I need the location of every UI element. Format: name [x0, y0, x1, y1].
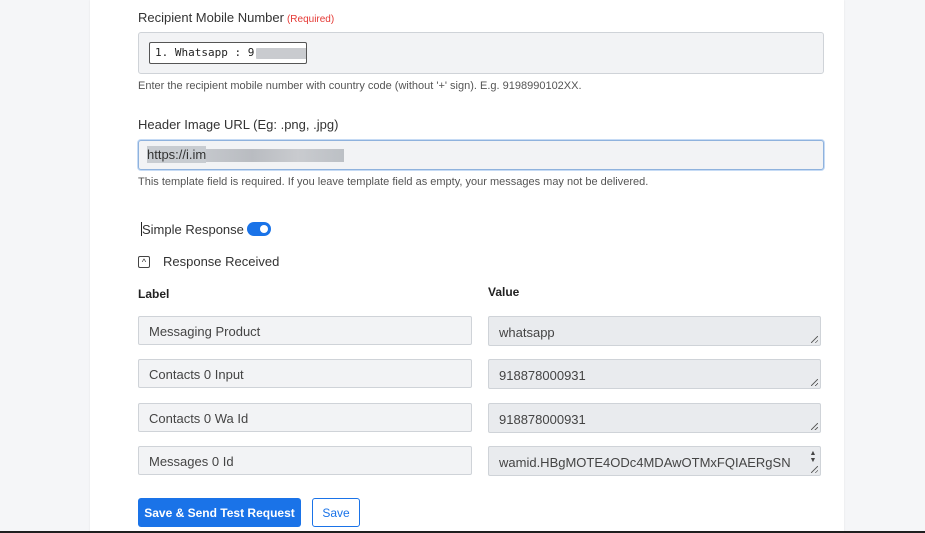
row-label-messaging-product[interactable]: Messaging Product [138, 316, 472, 345]
required-badge: (Required) [286, 14, 335, 25]
simple-response-toggle[interactable] [247, 222, 271, 236]
toggle-knob [260, 225, 268, 233]
row-label-messages-id[interactable]: Messages 0 Id [138, 446, 472, 475]
row-value-text: 918878000931 [499, 412, 586, 427]
resize-handle-icon[interactable] [811, 379, 818, 386]
response-received-label: Response Received [163, 254, 280, 269]
header-image-url-input[interactable]: https://i.im [138, 140, 824, 170]
header-image-label: Header Image URL (Eg: .png, .jpg) [138, 117, 339, 132]
recipient-help: Enter the recipient mobile number with c… [138, 80, 582, 92]
form-card: Recipient Mobile Number (Required) 1. Wha… [90, 0, 844, 533]
row-value-text: whatsapp [499, 325, 555, 340]
label-column-header: Label [138, 287, 170, 301]
row-value-contacts-input[interactable]: 918878000931 [488, 359, 821, 389]
row-value-text: 918878000931 [499, 368, 586, 383]
row-label-contacts-wa-id[interactable]: Contacts 0 Wa Id [138, 403, 472, 432]
resize-handle-icon[interactable] [811, 466, 818, 473]
recipient-field[interactable]: 1. Whatsapp : 99 [138, 32, 824, 74]
row-label-contacts-input[interactable]: Contacts 0 Input [138, 359, 472, 388]
recipient-label-text: Recipient Mobile Number [138, 10, 284, 25]
value-column-header: Value [488, 285, 520, 299]
resize-handle-icon[interactable] [811, 336, 818, 343]
save-button[interactable]: Save [312, 498, 360, 527]
recipient-chip[interactable]: 1. Whatsapp : 99 [149, 42, 307, 64]
header-image-url-value: https://i.im [147, 146, 345, 163]
redaction-mask [256, 47, 306, 59]
row-value-messaging-product[interactable]: whatsapp [488, 316, 821, 346]
collapse-chevron-up-icon[interactable]: ^ [138, 256, 150, 268]
url-redaction-mask [206, 149, 345, 163]
row-value-messages-id[interactable]: wamid.HBgMOTE4ODc4MDAwOTMxFQIAERgSN ▲ ▼ [488, 446, 821, 476]
url-selected-text: https://i.im [147, 146, 207, 163]
scroll-arrows-icon[interactable]: ▲ ▼ [809, 450, 817, 464]
save-and-send-test-request-button[interactable]: Save & Send Test Request [138, 498, 301, 527]
simple-response-label: Simple Response [142, 222, 244, 237]
row-value-contacts-wa-id[interactable]: 918878000931 [488, 403, 821, 433]
header-image-help: This template field is required. If you … [138, 176, 649, 188]
recipient-chip-text: 1. Whatsapp : 9 [155, 46, 255, 59]
row-value-text: wamid.HBgMOTE4ODc4MDAwOTMxFQIAERgSN [499, 455, 791, 470]
resize-handle-icon[interactable] [811, 423, 818, 430]
recipient-label: Recipient Mobile Number (Required) [138, 10, 334, 25]
